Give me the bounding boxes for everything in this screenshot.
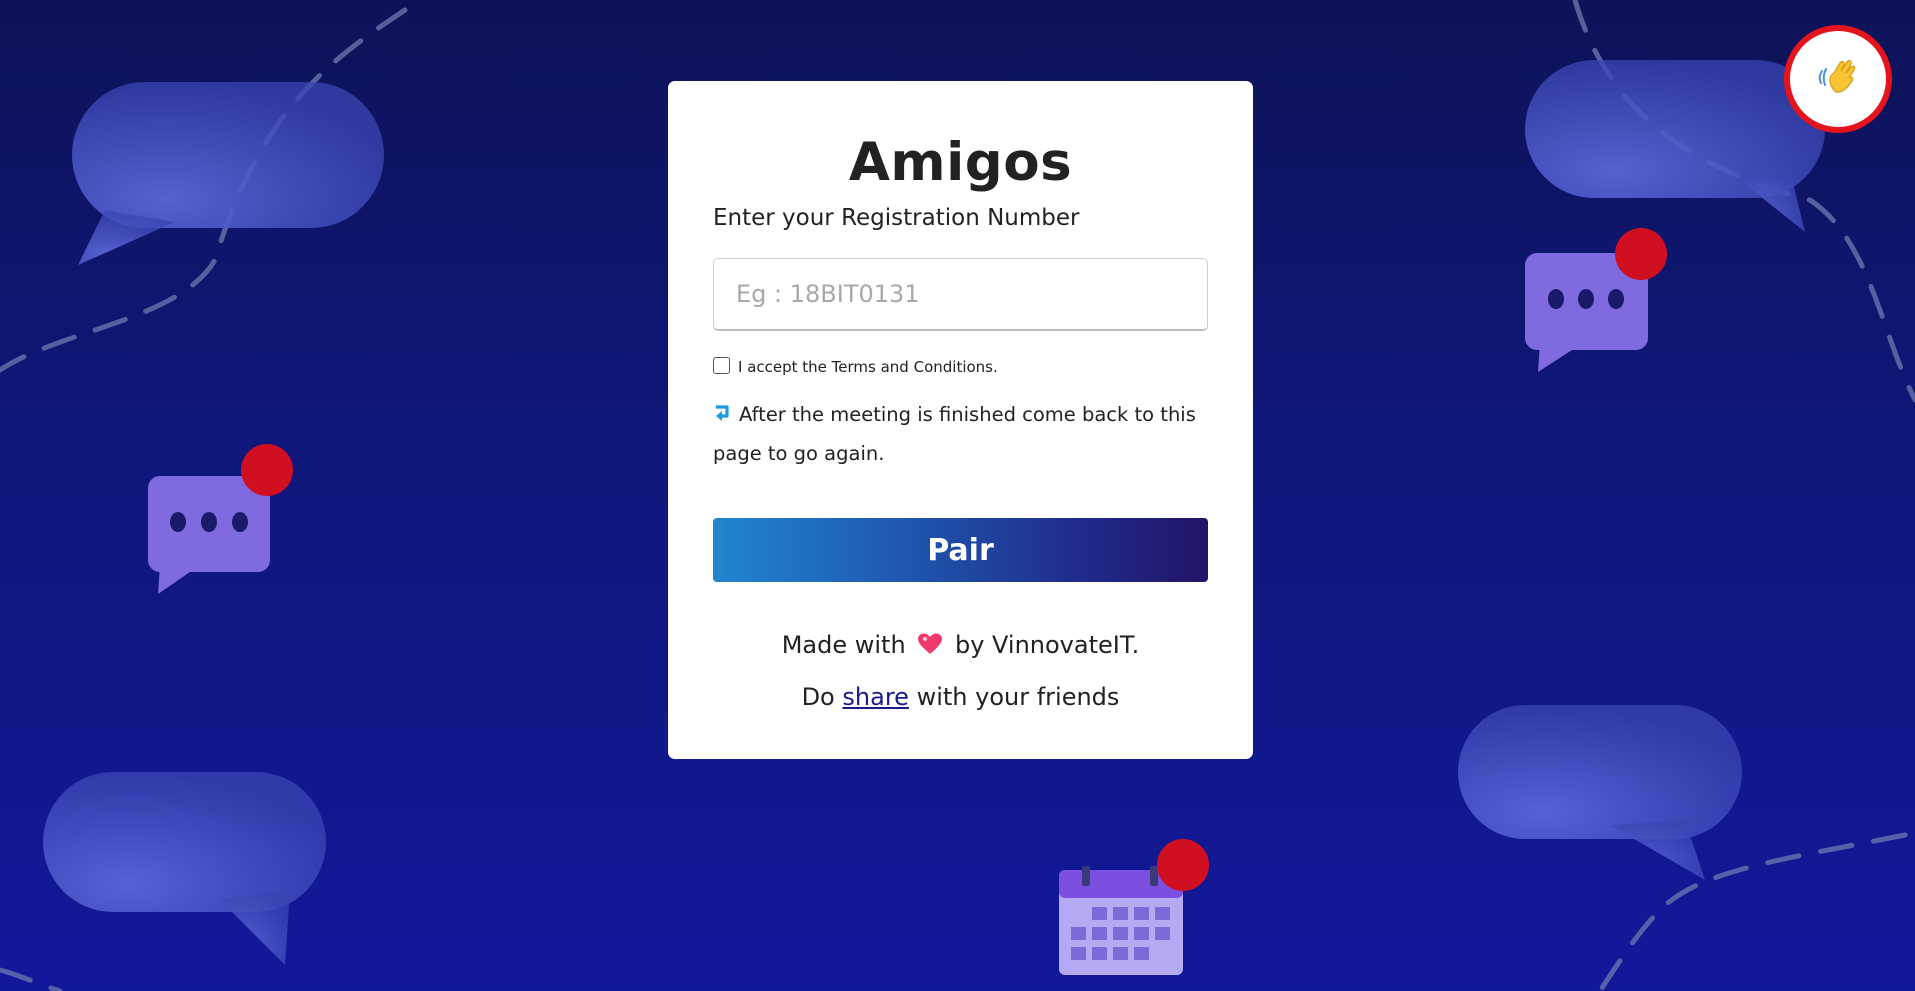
heart-icon — [917, 632, 943, 662]
made-with-suffix: by VinnovateIT. — [954, 631, 1140, 659]
share-suffix: with your friends — [916, 683, 1120, 711]
return-arrow-icon — [713, 400, 731, 436]
large-bubble-top-right — [1525, 60, 1825, 232]
large-bubble-bottom-left — [43, 772, 326, 965]
registration-number-input[interactable] — [713, 258, 1208, 331]
page-background: Amigos Enter your Registration Number I … — [0, 0, 1915, 991]
pair-button[interactable]: Pair — [713, 518, 1208, 582]
terms-row: I accept the Terms and Conditions. — [713, 355, 1208, 379]
large-bubble-top-left — [72, 82, 384, 265]
share-link[interactable]: share — [842, 683, 909, 711]
dashed-path-bottom-right — [1597, 832, 1908, 991]
registration-prompt: Enter your Registration Number — [713, 205, 1080, 231]
large-bubble-bottom-right — [1458, 705, 1742, 880]
made-with-prefix: Made with — [781, 631, 906, 659]
return-note: After the meeting is finished come back … — [713, 397, 1208, 472]
chat-icon-right — [1525, 228, 1667, 372]
terms-checkbox[interactable] — [713, 356, 730, 374]
made-with-line: Made with by VinnovateIT. — [713, 630, 1208, 662]
terms-label: I accept the Terms and Conditions. — [738, 358, 998, 376]
registration-card: Amigos Enter your Registration Number I … — [668, 81, 1253, 759]
share-line: Do share with your friends — [713, 682, 1208, 712]
app-title: Amigos — [848, 132, 1073, 193]
chat-icon-left — [148, 444, 293, 594]
calendar-icon — [1059, 839, 1209, 975]
dashed-path-bottom-left — [0, 967, 63, 991]
waving-hand-icon — [1816, 57, 1860, 101]
share-prefix: Do — [801, 683, 835, 711]
return-note-text: After the meeting is finished come back … — [713, 403, 1196, 465]
wave-button[interactable] — [1784, 25, 1892, 133]
